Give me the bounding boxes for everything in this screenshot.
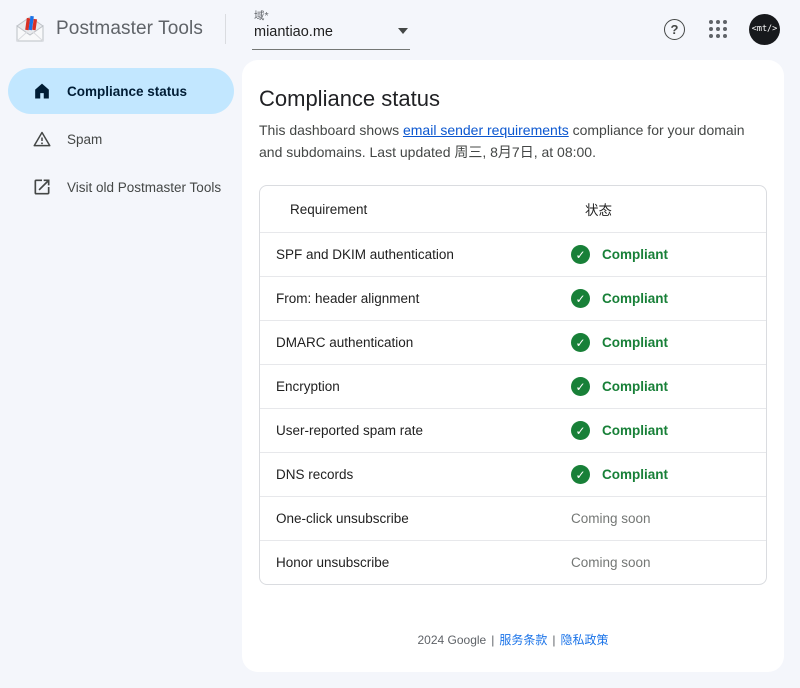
- status-cell: ✓ Compliant: [571, 465, 766, 484]
- postmaster-logo-icon: [14, 14, 46, 44]
- sidebar-item-visit-old-postmaster[interactable]: Visit old Postmaster Tools: [8, 164, 234, 210]
- table-row: DNS records✓ Compliant: [260, 452, 766, 496]
- check-circle-icon: ✓: [571, 245, 590, 264]
- app-title: Postmaster Tools: [56, 18, 203, 40]
- sidebar-item-label: Compliance status: [67, 84, 187, 99]
- check-circle-icon: ✓: [571, 333, 590, 352]
- status-compliant-label: Compliant: [602, 291, 668, 306]
- status-cell: Coming soon: [571, 555, 766, 570]
- sidebar-item-compliance-status[interactable]: Compliance status: [8, 68, 234, 114]
- page-description: This dashboard shows email sender requir…: [259, 120, 767, 163]
- check-circle-icon: ✓: [571, 289, 590, 308]
- status-cell: ✓ Compliant: [571, 245, 766, 264]
- check-circle-icon: ✓: [571, 421, 590, 440]
- terms-of-service-link[interactable]: 服务条款: [499, 633, 547, 647]
- requirement-cell: DMARC authentication: [260, 335, 571, 350]
- table-header-row: Requirement 状态: [260, 186, 766, 232]
- table-row: User-reported spam rate✓ Compliant: [260, 408, 766, 452]
- status-compliant-label: Compliant: [602, 467, 668, 482]
- footer-separator: |: [491, 633, 494, 647]
- footer-copyright: 2024 Google: [417, 633, 486, 647]
- table-row: Encryption✓ Compliant: [260, 364, 766, 408]
- account-avatar[interactable]: <mt/>: [749, 14, 780, 45]
- table-row: One-click unsubscribeComing soon: [260, 496, 766, 540]
- requirement-cell: SPF and DKIM authentication: [260, 247, 571, 262]
- warning-icon: [32, 129, 52, 149]
- apps-grid-icon: [709, 20, 727, 38]
- status-coming-soon-label: Coming soon: [571, 555, 651, 570]
- requirement-cell: One-click unsubscribe: [260, 511, 571, 526]
- email-sender-requirements-link[interactable]: email sender requirements: [403, 122, 569, 138]
- status-compliant-label: Compliant: [602, 379, 668, 394]
- table-row: SPF and DKIM authentication✓ Compliant: [260, 232, 766, 276]
- requirement-cell: DNS records: [260, 467, 571, 482]
- description-prefix: This dashboard shows: [259, 122, 403, 138]
- status-coming-soon-label: Coming soon: [571, 511, 651, 526]
- status-cell: ✓ Compliant: [571, 421, 766, 440]
- page-footer: 2024 Google | 服务条款 | 隐私政策: [259, 617, 767, 654]
- table-row: DMARC authentication✓ Compliant: [260, 320, 766, 364]
- sidebar-item-spam[interactable]: Spam: [8, 116, 234, 162]
- column-header-requirement: Requirement: [274, 202, 585, 217]
- requirement-cell: From: header alignment: [260, 291, 571, 306]
- requirement-cell: Encryption: [260, 379, 571, 394]
- sidebar-nav: Compliance status Spam Visit old Postmas…: [0, 58, 242, 688]
- main-content-card: Compliance status This dashboard shows e…: [242, 60, 784, 672]
- status-cell: ✓ Compliant: [571, 289, 766, 308]
- home-icon: [32, 81, 52, 101]
- column-header-status: 状态: [585, 199, 746, 219]
- sidebar-item-label: Spam: [67, 132, 102, 147]
- domain-selector-dropdown[interactable]: 域* miantiao.me: [252, 8, 410, 50]
- check-circle-icon: ✓: [571, 465, 590, 484]
- open-in-new-icon: [32, 177, 52, 197]
- status-compliant-label: Compliant: [602, 423, 668, 438]
- page-title: Compliance status: [259, 86, 767, 112]
- status-cell: ✓ Compliant: [571, 333, 766, 352]
- compliance-table: Requirement 状态 SPF and DKIM authenticati…: [259, 185, 767, 585]
- status-compliant-label: Compliant: [602, 335, 668, 350]
- status-cell: Coming soon: [571, 511, 766, 526]
- header-divider: [225, 14, 226, 44]
- app-logo-wrap[interactable]: Postmaster Tools: [14, 14, 203, 44]
- check-circle-icon: ✓: [571, 377, 590, 396]
- privacy-policy-link[interactable]: 隐私政策: [560, 633, 608, 647]
- status-cell: ✓ Compliant: [571, 377, 766, 396]
- domain-selected-value: miantiao.me: [254, 23, 333, 41]
- status-compliant-label: Compliant: [602, 247, 668, 262]
- domain-field-label: 域*: [254, 10, 333, 23]
- requirement-cell: Honor unsubscribe: [260, 555, 571, 570]
- sidebar-item-label: Visit old Postmaster Tools: [67, 180, 221, 195]
- table-row: From: header alignment✓ Compliant: [260, 276, 766, 320]
- requirement-cell: User-reported spam rate: [260, 423, 571, 438]
- footer-separator: |: [552, 633, 555, 647]
- table-row: Honor unsubscribeComing soon: [260, 540, 766, 584]
- top-app-bar: Postmaster Tools 域* miantiao.me ? <mt/>: [0, 0, 800, 58]
- google-apps-button[interactable]: [707, 18, 729, 40]
- chevron-down-icon: [398, 28, 408, 34]
- help-button[interactable]: ?: [662, 17, 687, 42]
- help-icon: ?: [664, 19, 685, 40]
